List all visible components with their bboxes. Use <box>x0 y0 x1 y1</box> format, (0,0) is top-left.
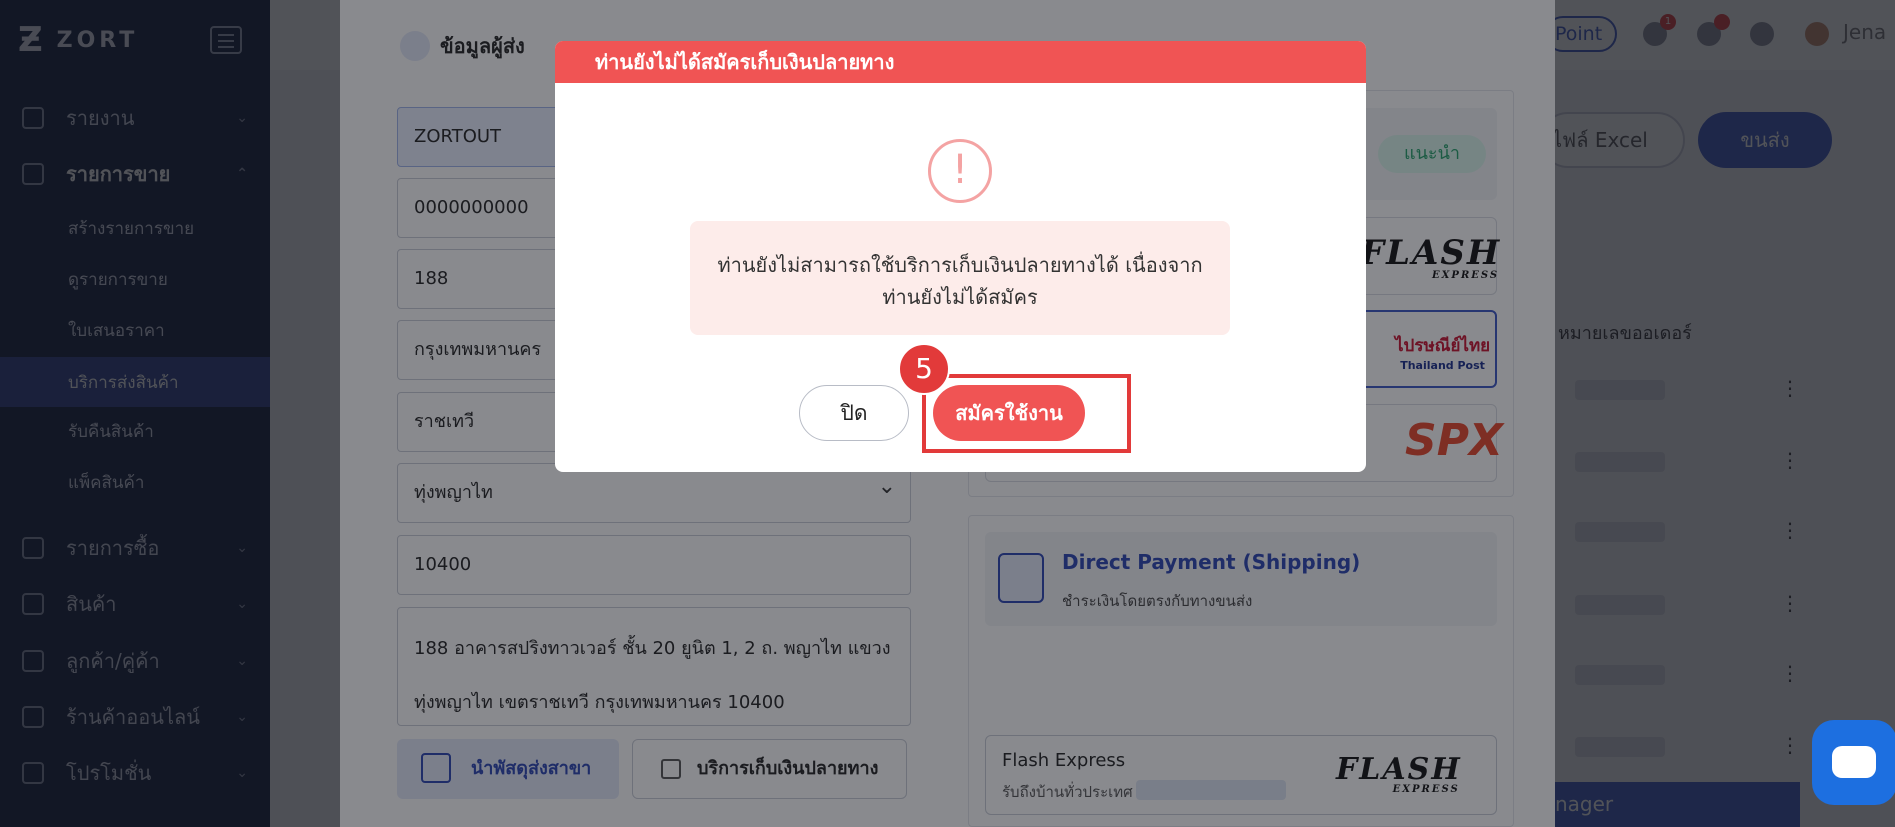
alert-header: ท่านยังไม่ได้สมัครเก็บเงินปลายทาง <box>555 41 1366 83</box>
alert-message: ท่านยังไม่สามารถใช้บริการเก็บเงินปลายทาง… <box>690 221 1230 335</box>
close-button[interactable]: ปิด <box>799 385 909 441</box>
chat-icon <box>1832 746 1876 778</box>
chat-button[interactable] <box>1812 720 1895 805</box>
alert-message-line1: ท่านยังไม่สามารถใช้บริการเก็บเงินปลายทาง… <box>717 253 1203 277</box>
warning-icon: ! <box>928 139 992 203</box>
highlight-box <box>922 374 1131 453</box>
alert-message-line2: ท่านยังไม่ได้สมัคร <box>882 285 1038 309</box>
step-badge: 5 <box>898 343 950 395</box>
